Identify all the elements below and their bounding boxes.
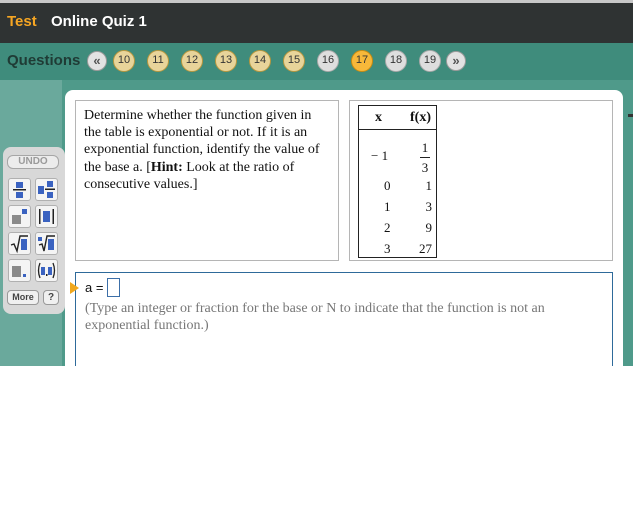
- previous-questions-button[interactable]: «: [87, 51, 107, 71]
- next-questions-button[interactable]: »: [446, 51, 466, 71]
- table-box: x f(x) − 1 1 3 0 1 1 3 2 9 3 27: [349, 100, 613, 261]
- fraction-icon: [13, 182, 26, 198]
- absolute-value-tool-button[interactable]: [35, 205, 58, 228]
- column-header-x: x: [375, 110, 382, 125]
- question-15-button[interactable]: 15: [283, 50, 305, 72]
- table-cell-fx: 3: [425, 199, 433, 214]
- table-cell-x: 0: [384, 178, 391, 193]
- app-frame: Test Online Quiz 1 Questions « 10 11 12 …: [0, 0, 633, 366]
- table-cell-x: 3: [384, 241, 391, 256]
- hint-label: Hint:: [150, 159, 183, 175]
- table-cell-x: 2: [384, 220, 391, 235]
- current-step-arrow-icon: [70, 282, 79, 294]
- function-table: x f(x) − 1 1 3 0 1 1 3 2 9 3 27: [358, 105, 437, 258]
- double-chevron-right-icon: »: [452, 53, 460, 68]
- questions-bar: Questions « 10 11 12 13 14 15 16 17 18 1…: [0, 43, 633, 80]
- table-cell-fx: 27: [419, 241, 432, 256]
- table-header: x f(x): [359, 106, 436, 130]
- table-cell-fx: 9: [425, 220, 433, 235]
- question-10-button[interactable]: 10: [113, 50, 135, 72]
- answer-input[interactable]: [107, 278, 120, 297]
- question-16-button[interactable]: 16: [317, 50, 339, 72]
- quiz-title: Online Quiz 1: [51, 13, 147, 30]
- answer-label: a =: [85, 280, 104, 295]
- table-cell-x: 1: [384, 199, 391, 214]
- exponent-tool-button[interactable]: [8, 205, 31, 228]
- fraction-numerator: 1: [421, 140, 429, 155]
- question-14-button[interactable]: 14: [249, 50, 271, 72]
- question-13-button[interactable]: 13: [215, 50, 237, 72]
- interval-tool-button[interactable]: [35, 259, 58, 282]
- fraction-bar: [420, 157, 430, 158]
- fraction-tool-button[interactable]: [8, 178, 31, 201]
- fraction-denominator: 3: [421, 160, 429, 175]
- square-root-tool-button[interactable]: [8, 232, 31, 255]
- question-11-button[interactable]: 11: [147, 50, 169, 72]
- question-panel: Determine whether the function given in …: [65, 90, 623, 366]
- interval-icon: [37, 262, 56, 279]
- question-12-button[interactable]: 12: [181, 50, 203, 72]
- column-header-fx: f(x): [410, 110, 431, 125]
- scrollbar-edge[interactable]: [628, 114, 633, 117]
- square-root-icon: [10, 235, 28, 254]
- questions-label: Questions: [7, 52, 81, 69]
- absolute-value-icon: [39, 209, 54, 224]
- decimal-icon: [12, 266, 26, 277]
- nth-root-tool-button[interactable]: [35, 232, 58, 255]
- exponent-icon: [12, 209, 27, 224]
- undo-button[interactable]: UNDO: [7, 155, 59, 169]
- math-toolbox: UNDO More ?: [3, 147, 65, 314]
- table-cell-fx-fraction: 1 3: [420, 140, 430, 175]
- more-tools-button[interactable]: More: [7, 290, 39, 305]
- table-cell-x: − 1: [371, 148, 389, 163]
- question-box: Determine whether the function given in …: [75, 100, 339, 261]
- top-bar: Test Online Quiz 1: [0, 0, 633, 43]
- mode-label: Test: [7, 13, 37, 30]
- mixed-number-tool-button[interactable]: [35, 178, 58, 201]
- question-18-button[interactable]: 18: [385, 50, 407, 72]
- help-button[interactable]: ?: [43, 290, 59, 305]
- double-chevron-left-icon: «: [93, 53, 101, 68]
- answer-box: a = (Type an integer or fraction for the…: [70, 272, 613, 366]
- mixed-number-icon: [38, 181, 55, 198]
- decimal-tool-button[interactable]: [8, 259, 31, 282]
- question-19-button[interactable]: 19: [419, 50, 441, 72]
- answer-instructions: (Type an integer or fraction for the bas…: [85, 301, 545, 333]
- question-17-button[interactable]: 17: [351, 50, 373, 72]
- question-text: Determine whether the function given in …: [84, 107, 330, 193]
- nth-root-icon: [38, 235, 55, 252]
- table-cell-fx: 1: [425, 178, 433, 193]
